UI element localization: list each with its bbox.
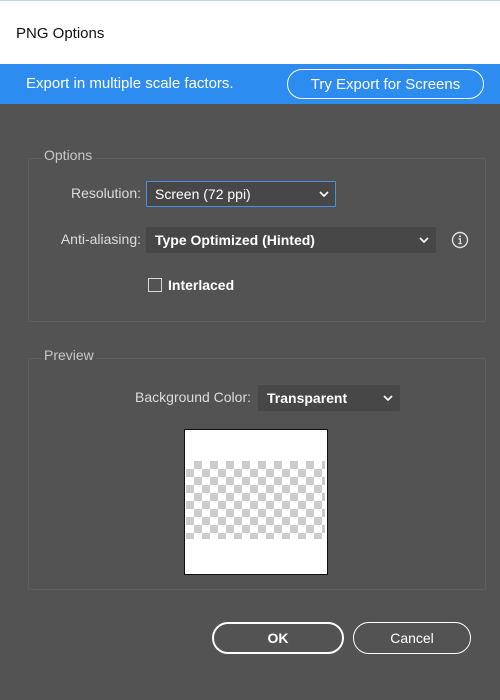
resolution-select[interactable]: Screen (72 ppi) <box>146 181 336 207</box>
title-bar: PNG Options <box>0 0 500 64</box>
resolution-label: Resolution: <box>70 185 141 201</box>
antialiasing-label: Anti-aliasing: <box>60 231 141 247</box>
chevron-down-icon <box>313 182 335 206</box>
cancel-button[interactable]: Cancel <box>353 622 471 654</box>
dialog-title: PNG Options <box>16 25 105 42</box>
resolution-value: Screen (72 ppi) <box>155 186 251 202</box>
banner-text: Export in multiple scale factors. <box>26 75 234 92</box>
dialog-body: Options Resolution: Screen (72 ppi) Anti… <box>0 104 500 700</box>
antialiasing-value: Type Optimized (Hinted) <box>155 232 315 248</box>
try-export-for-screens-button[interactable]: Try Export for Screens <box>287 69 484 99</box>
antialiasing-select[interactable]: Type Optimized (Hinted) <box>146 227 436 253</box>
interlaced-checkbox[interactable] <box>148 278 162 292</box>
ok-button[interactable]: OK <box>212 622 344 654</box>
interlaced-option[interactable]: Interlaced <box>148 277 234 293</box>
options-group: Options Resolution: Screen (72 ppi) Anti… <box>28 147 486 322</box>
info-icon[interactable] <box>450 230 470 250</box>
options-group-label: Options <box>42 147 95 163</box>
preview-thumbnail <box>184 429 328 575</box>
export-screens-banner: Export in multiple scale factors. Try Ex… <box>0 64 500 104</box>
preview-group: Preview Background Color: Transparent <box>28 347 486 590</box>
background-color-value: Transparent <box>267 390 348 406</box>
chevron-down-icon <box>413 228 435 252</box>
transparency-checkerboard <box>186 461 325 539</box>
background-color-label: Background Color: <box>135 389 251 405</box>
chevron-down-icon <box>377 386 399 410</box>
preview-group-label: Preview <box>42 347 96 363</box>
png-options-dialog: PNG Options Export in multiple scale fac… <box>0 0 500 700</box>
interlaced-label: Interlaced <box>168 277 235 293</box>
background-color-select[interactable]: Transparent <box>258 385 400 411</box>
